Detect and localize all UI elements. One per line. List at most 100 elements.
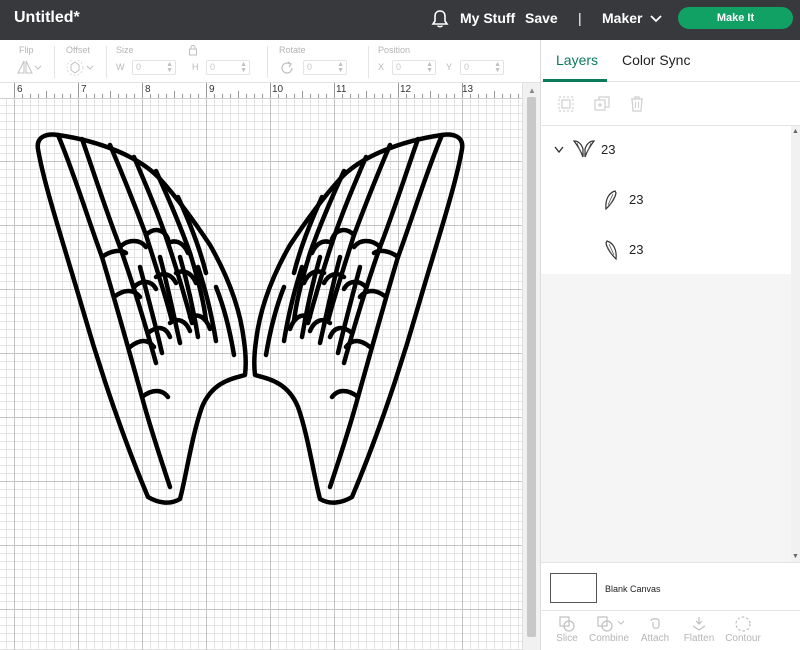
layer-row[interactable]: 23 xyxy=(541,176,800,224)
my-stuff-link[interactable]: My Stuff xyxy=(460,10,515,26)
chevron-down-icon[interactable] xyxy=(553,145,565,155)
offset-icon[interactable] xyxy=(66,60,94,76)
ruler-tick xyxy=(174,91,175,98)
ruler-tick xyxy=(238,91,239,98)
delete-icon[interactable] xyxy=(628,95,646,113)
scrollbar-thumb[interactable] xyxy=(527,97,536,637)
ruler-tick xyxy=(390,94,391,98)
rotate-input[interactable]: 0 ▲ ▼ xyxy=(303,60,347,75)
ruler-tick xyxy=(94,94,95,98)
rotate-value: 0 xyxy=(307,62,313,72)
ruler-tick xyxy=(206,83,207,98)
layer-row[interactable]: 23 xyxy=(541,226,800,274)
ruler-tick xyxy=(430,91,431,98)
slice-button[interactable]: Slice xyxy=(545,615,589,649)
bell-icon[interactable] xyxy=(430,9,450,29)
angel-wings-design[interactable] xyxy=(30,127,470,507)
ruler-tick xyxy=(214,94,215,98)
ruler-tick xyxy=(366,91,367,98)
flip-icon[interactable] xyxy=(16,60,42,74)
ruler-tick xyxy=(86,94,87,98)
group-icon[interactable] xyxy=(557,95,575,113)
scroll-up-icon[interactable]: ▲ xyxy=(528,86,536,95)
stepper-icon[interactable]: ▲ ▼ xyxy=(494,61,501,74)
combine-icon xyxy=(597,616,625,632)
panel-scrollbar[interactable]: ▲ ▼ xyxy=(791,126,800,562)
tab-color-sync[interactable]: Color Sync xyxy=(622,52,690,68)
toolbar-divider xyxy=(106,46,107,78)
ruler-tick xyxy=(142,83,143,98)
design-canvas[interactable] xyxy=(0,99,522,650)
project-title[interactable]: Untitled* xyxy=(14,9,80,27)
slice-icon xyxy=(559,616,575,632)
ruler-tick xyxy=(198,94,199,98)
ruler-tick xyxy=(278,94,279,98)
ruler-tick xyxy=(342,94,343,98)
x-value: 0 xyxy=(396,62,402,72)
ruler-tick xyxy=(470,94,471,98)
blank-canvas-row[interactable]: Blank Canvas xyxy=(541,562,800,610)
stepper-icon[interactable]: ▲ ▼ xyxy=(337,61,344,74)
save-button[interactable]: Save xyxy=(525,10,558,26)
layers-panel: Layers Color Sync 23 23 23 ▲ ▼ Blank Can… xyxy=(540,40,800,650)
offset-group[interactable]: Offset xyxy=(62,40,102,83)
scroll-down-icon[interactable]: ▼ xyxy=(792,553,799,560)
height-value: 0 xyxy=(210,62,216,72)
height-axis: H xyxy=(192,62,199,72)
contour-button[interactable]: Contour xyxy=(721,615,765,649)
y-input[interactable]: 0 ▲ ▼ xyxy=(460,60,504,75)
flip-group[interactable]: Flip xyxy=(14,40,50,83)
ruler-tick xyxy=(286,94,287,98)
width-value: 0 xyxy=(136,62,142,72)
position-group: Position X 0 ▲ ▼ Y 0 ▲ ▼ xyxy=(374,40,524,83)
slice-label: Slice xyxy=(556,633,578,644)
ruler-tick xyxy=(454,94,455,98)
combine-button[interactable]: Combine xyxy=(587,615,631,649)
toolbar-divider xyxy=(54,46,55,78)
canvas-scrollbar[interactable]: ▲ xyxy=(522,83,540,650)
stepper-icon[interactable]: ▲ ▼ xyxy=(240,61,247,74)
butterfly-icon xyxy=(573,140,595,158)
ruler-tick xyxy=(62,94,63,98)
tab-layers[interactable]: Layers xyxy=(556,52,598,68)
rotate-icon[interactable] xyxy=(279,60,295,76)
ruler-tick xyxy=(374,94,375,98)
wing-left-icon xyxy=(605,190,617,211)
ruler-tick xyxy=(38,94,39,98)
ruler-tick xyxy=(510,94,511,98)
make-it-button[interactable]: Make It xyxy=(678,7,793,29)
ruler-tick xyxy=(182,94,183,98)
width-input[interactable]: 0 ▲ ▼ xyxy=(132,60,176,75)
layer-group-row[interactable]: 23 xyxy=(541,126,800,174)
chevron-down-icon[interactable] xyxy=(649,13,663,25)
blank-canvas-label: Blank Canvas xyxy=(605,584,661,594)
duplicate-icon[interactable] xyxy=(593,95,611,113)
rotate-group: Rotate 0 ▲ ▼ xyxy=(275,40,365,83)
stepper-icon[interactable]: ▲ ▼ xyxy=(426,61,433,74)
ruler-tick xyxy=(494,91,495,98)
ruler-label: 13 xyxy=(462,84,474,95)
ruler-tick xyxy=(158,94,159,98)
ruler-tick xyxy=(486,94,487,98)
edit-toolbar: Flip Offset Size W 0 ▲ ▼ H 0 ▲ ▼ Rotate 0 ▲ xyxy=(0,40,540,83)
header-separator: | xyxy=(578,10,582,26)
top-bar: Untitled* My Stuff Save | Maker Make It xyxy=(0,0,800,40)
stepper-icon[interactable]: ▲ ▼ xyxy=(166,61,173,74)
size-group: Size W 0 ▲ ▼ H 0 ▲ ▼ xyxy=(112,40,262,83)
ruler-tick xyxy=(398,83,399,98)
height-input[interactable]: 0 ▲ ▼ xyxy=(206,60,250,75)
scroll-up-icon[interactable]: ▲ xyxy=(792,128,799,135)
flatten-button[interactable]: Flatten xyxy=(677,615,721,649)
ruler-tick xyxy=(270,83,271,98)
ruler-tick xyxy=(446,94,447,98)
x-input[interactable]: 0 ▲ ▼ xyxy=(392,60,436,75)
flip-label: Flip xyxy=(19,45,34,55)
machine-selector[interactable]: Maker xyxy=(602,10,642,26)
canvas-color-swatch[interactable] xyxy=(550,573,597,603)
attach-button[interactable]: Attach xyxy=(633,615,677,649)
ruler-tick xyxy=(14,83,15,98)
layer-actions-bar xyxy=(541,82,800,126)
lock-icon[interactable] xyxy=(188,44,198,56)
ruler-tick xyxy=(190,94,191,98)
ruler-tick xyxy=(358,94,359,98)
